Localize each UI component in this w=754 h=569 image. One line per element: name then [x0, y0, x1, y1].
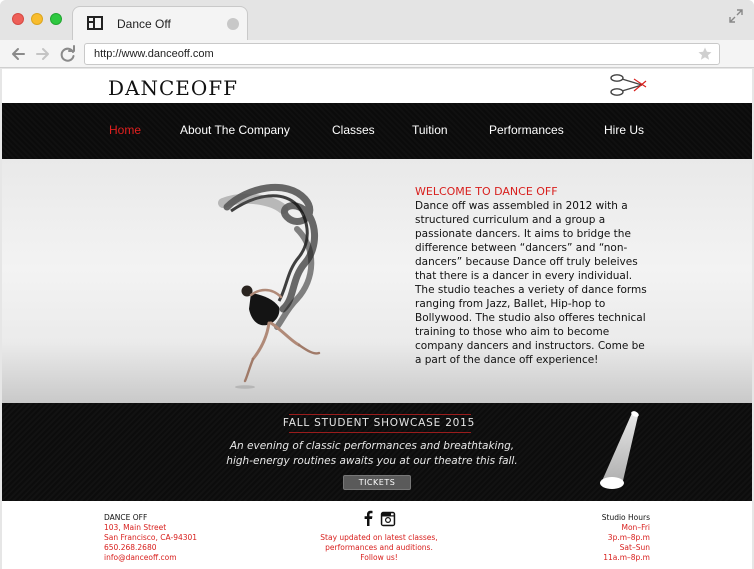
contact-info: DANCE OFF 103, Main Street San Francisco… — [104, 513, 197, 563]
web-page: DANCEOFF Home About The Company Classes … — [2, 69, 752, 569]
title-bar: Dance Off — [0, 0, 754, 40]
social-message: Stay updated on latest classes, performa… — [314, 533, 444, 563]
nav-about-the-company[interactable]: About The Company — [180, 123, 290, 137]
site-logo[interactable]: DANCEOFF — [108, 76, 238, 100]
studio-hours: Studio Hours Mon–Fri 3p.m–8p.m Sat–Sun 1… — [602, 513, 650, 563]
social-message-line-1: Stay updated on latest classes, — [320, 533, 438, 542]
showcase-divider-bottom — [289, 432, 471, 433]
footer-address-line-2: San Francisco, CA-94301 — [104, 533, 198, 542]
footer-address-line-1: 103, Main Street — [104, 523, 167, 532]
browser-window: Dance Off http://www.danceoff.com DANCEO… — [0, 0, 754, 569]
nav-hire-us[interactable]: Hire Us — [604, 123, 644, 137]
footer-phone[interactable]: 650.268.2680 — [104, 543, 197, 553]
nav-classes[interactable]: Classes — [332, 123, 375, 137]
social-message-line-2: performances and auditions. — [325, 543, 433, 552]
hours-weekdays-time: 3p.m–8p.m — [607, 533, 650, 542]
dancer-image — [218, 183, 321, 389]
showcase-description-line-2: high-energy routines awaits you at our t… — [226, 455, 518, 467]
showcase-divider-top — [289, 414, 471, 415]
hours-weekend: Sat–Sun — [619, 543, 650, 552]
social-message-line-3: Follow us! — [360, 553, 398, 562]
studio-hours-title: Studio Hours — [601, 513, 650, 522]
hero-section: WELCOME TO DANCE OFF Dance off was assem… — [2, 159, 752, 403]
welcome-heading: WELCOME TO DANCE OFF — [415, 185, 558, 198]
nav-tuition[interactable]: Tuition — [412, 123, 448, 137]
spotlight-icon — [600, 411, 639, 489]
fullscreen-icon[interactable] — [728, 8, 744, 24]
favicon-icon — [87, 16, 103, 30]
maximize-window-button[interactable] — [50, 13, 62, 25]
tab-close-icon[interactable] — [227, 18, 239, 30]
url-text: http://www.danceoff.com — [94, 48, 214, 60]
hours-weekdays: Mon–Fri — [621, 523, 651, 532]
showcase-description-line-1: An evening of classic performances and b… — [229, 440, 515, 452]
tab-title: Dance Off — [117, 17, 171, 31]
instagram-icon[interactable] — [380, 511, 396, 527]
main-navigation: Home About The Company Classes Tuition P… — [2, 103, 752, 159]
footer-company-name: DANCE OFF — [104, 513, 148, 522]
tickets-button[interactable]: TICKETS — [343, 475, 411, 490]
nav-performances[interactable]: Performances — [489, 123, 564, 137]
minimize-window-button[interactable] — [31, 13, 43, 25]
site-footer: DANCE OFF 103, Main Street San Francisco… — [2, 501, 752, 569]
address-bar[interactable]: http://www.danceoff.com — [84, 43, 720, 65]
reload-icon[interactable] — [58, 44, 78, 64]
welcome-paragraph-2: The studio teaches a veriety of dance fo… — [415, 284, 647, 366]
hours-weekend-time: 11a.m–8p.m — [603, 553, 650, 562]
browser-toolbar: http://www.danceoff.com — [0, 40, 754, 68]
facebook-icon[interactable] — [362, 510, 374, 526]
browser-tab[interactable]: Dance Off — [72, 6, 248, 40]
close-window-button[interactable] — [12, 13, 24, 25]
welcome-text-block: WELCOME TO DANCE OFF Dance off was assem… — [415, 185, 651, 367]
back-arrow-icon[interactable] — [8, 44, 28, 64]
bookmark-star-icon[interactable] — [697, 46, 713, 62]
site-header: DANCEOFF — [2, 69, 752, 103]
showcase-description: An evening of classic performances and b… — [202, 439, 542, 469]
scissors-icon — [610, 74, 647, 96]
showcase-banner: FALL STUDENT SHOWCASE 2015 An evening of… — [2, 403, 752, 501]
welcome-paragraph-1: Dance off was assembled in 2012 with a s… — [415, 200, 638, 282]
forward-arrow-icon[interactable] — [33, 44, 53, 64]
footer-email[interactable]: info@danceoff.com — [104, 553, 197, 563]
nav-home[interactable]: Home — [109, 123, 141, 137]
